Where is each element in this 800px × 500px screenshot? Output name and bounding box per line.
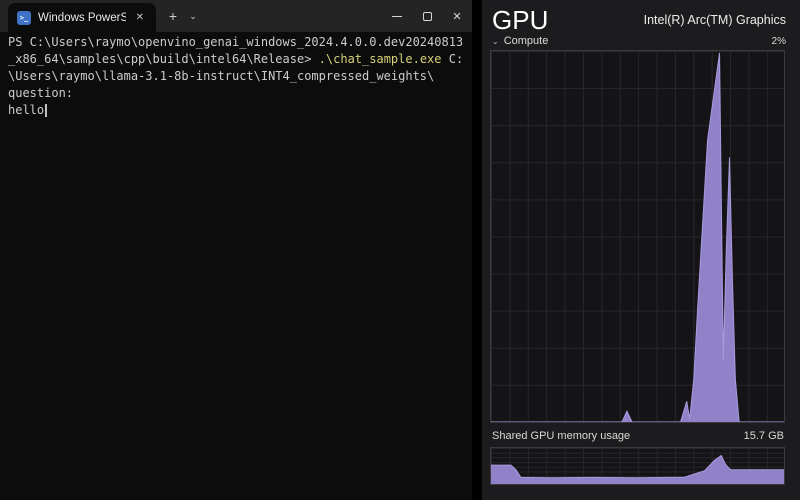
tab-dropdown-button[interactable]: ⌄ (184, 0, 202, 32)
page-title: GPU (492, 4, 548, 36)
maximize-button[interactable] (412, 0, 442, 32)
terminal-line: _x86_64\samples\cpp\build\intel64\Releas… (8, 51, 464, 68)
memory-label: Shared GPU memory usage (492, 430, 630, 442)
shared-memory-chart (490, 447, 785, 485)
chevron-down-icon: ⌄ (492, 37, 499, 46)
text-cursor (45, 104, 47, 117)
maximize-icon (423, 12, 432, 21)
compute-usage-chart (490, 50, 785, 423)
memory-header-row: Shared GPU memory usage 15.7 GB (492, 428, 784, 444)
close-button[interactable]: ✕ (442, 0, 472, 32)
tab-title: Windows PowerShell (38, 12, 126, 24)
compute-value: 2% (772, 36, 786, 47)
powershell-icon: >_ (17, 11, 31, 25)
tab-close-icon[interactable]: ✕ (133, 10, 147, 25)
gpu-device-name: Intel(R) Arc(TM) Graphics (644, 13, 786, 27)
compute-expander[interactable]: ⌄ Compute (492, 35, 548, 47)
gpu-panel: GPU Intel(R) Arc(TM) Graphics ⌄ Compute … (482, 0, 800, 500)
minimize-icon (392, 16, 402, 17)
terminal-line: PS C:\Users\raymo\openvino_genai_windows… (8, 34, 464, 51)
terminal-line: question: (8, 85, 464, 102)
minimize-button[interactable] (382, 0, 412, 32)
compute-label: Compute (504, 35, 549, 47)
shared-memory-area (491, 448, 784, 484)
tab-windows-powershell[interactable]: >_ Windows PowerShell ✕ (8, 3, 156, 32)
compute-usage-area (491, 51, 784, 422)
terminal-titlebar: >_ Windows PowerShell ✕ + ⌄ ✕ (0, 0, 472, 32)
memory-max-value: 15.7 GB (744, 430, 784, 442)
window-controls: ✕ (382, 0, 472, 32)
terminal-line: \Users\raymo\llama-3.1-8b-instruct\INT4_… (8, 68, 464, 85)
terminal-window: >_ Windows PowerShell ✕ + ⌄ ✕ PS C:\User… (0, 0, 472, 500)
terminal-line: hello (8, 102, 464, 119)
new-tab-button[interactable]: + (162, 0, 184, 32)
compute-header-row: ⌄ Compute 2% (492, 34, 786, 48)
terminal-output[interactable]: PS C:\Users\raymo\openvino_genai_windows… (0, 32, 472, 121)
